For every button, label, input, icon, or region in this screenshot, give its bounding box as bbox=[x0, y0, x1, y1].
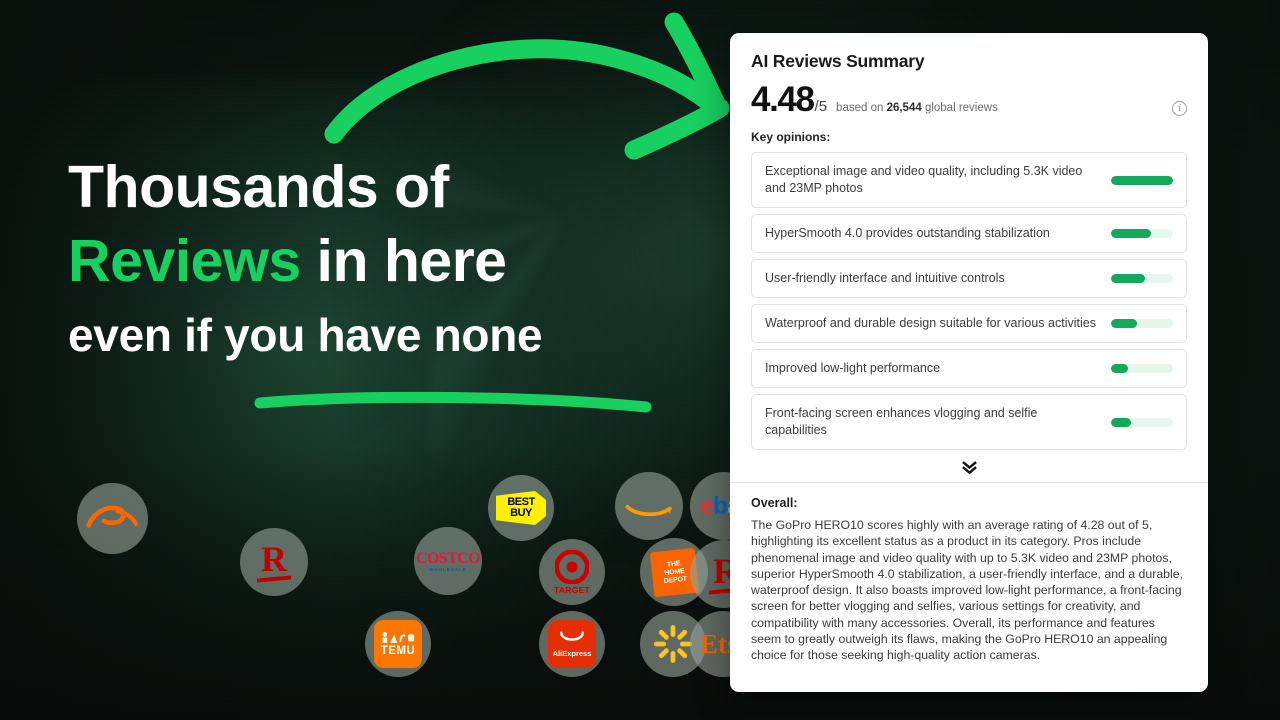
opinion-item[interactable]: HyperSmooth 4.0 provides outstanding sta… bbox=[751, 214, 1187, 253]
rating-meta-prefix: based on bbox=[836, 102, 887, 114]
opinion-score-bar-fill bbox=[1111, 229, 1151, 238]
rating-meta: based on 26,544 global reviews bbox=[836, 102, 998, 114]
logo-chip-rakuten: R bbox=[240, 528, 308, 596]
curved-arrow-right-icon bbox=[324, 12, 730, 160]
double-chevron-down-icon bbox=[961, 460, 977, 474]
opinion-item[interactable]: Waterproof and durable design suitable f… bbox=[751, 304, 1187, 343]
logo-chip-best-buy: BEST BUY bbox=[488, 475, 554, 541]
opinion-score-bar bbox=[1111, 417, 1173, 427]
aliexpress-label: AliExpress bbox=[552, 649, 592, 658]
logo-chip-costco: COSTCO WHOLESALE bbox=[414, 527, 482, 595]
opinion-text: User-friendly interface and intuitive co… bbox=[765, 271, 1005, 285]
temu-label: TEMU bbox=[380, 644, 416, 657]
logo-chip-aliexpress: AliExpress bbox=[539, 611, 605, 677]
aliexpress-smile-icon bbox=[560, 631, 584, 641]
aliexpress-icon: AliExpress bbox=[548, 620, 596, 668]
logo-chip-alibaba bbox=[77, 483, 148, 554]
opinion-text: Improved low-light performance bbox=[765, 361, 941, 375]
rating-review-count: 26,544 bbox=[886, 102, 922, 114]
target-label: TARGET bbox=[553, 584, 591, 595]
best-buy-label2: BUY bbox=[510, 507, 532, 519]
ai-reviews-summary-card: AI Reviews Summary 4.48 /5 based on 26,5… bbox=[730, 33, 1208, 692]
costco-sublabel: WHOLESALE bbox=[429, 566, 467, 572]
headline-line-1: Thousands of bbox=[68, 154, 449, 220]
logo-chip-temu: TEMU bbox=[365, 611, 431, 677]
info-circle-icon[interactable]: i bbox=[1172, 101, 1187, 116]
temu-icon: TEMU bbox=[374, 620, 422, 668]
walmart-spark-icon bbox=[654, 625, 692, 663]
headline-line-3: even if you have none bbox=[68, 309, 543, 361]
key-opinions-list: Exceptional image and video quality, inc… bbox=[751, 152, 1187, 450]
best-buy-tag-icon: BEST BUY bbox=[496, 491, 546, 525]
opinion-score-bar bbox=[1111, 229, 1173, 238]
logo-chip-target: TARGET bbox=[539, 539, 605, 605]
headline-line-2-rest: in here bbox=[300, 228, 507, 294]
overall-text: The GoPro HERO10 scores highly with an a… bbox=[751, 518, 1183, 663]
amazon-smile-icon bbox=[625, 504, 672, 517]
rating-row: 4.48 /5 based on 26,544 global reviews i bbox=[751, 82, 1187, 117]
opinion-text: Waterproof and durable design suitable f… bbox=[765, 316, 1096, 330]
opinion-item[interactable]: Front-facing screen enhances vlogging an… bbox=[751, 394, 1187, 450]
temu-glyph-icon bbox=[382, 631, 415, 643]
opinion-text: HyperSmooth 4.0 provides outstanding sta… bbox=[765, 226, 1050, 240]
opinion-item[interactable]: Improved low-light performance bbox=[751, 349, 1187, 388]
alibaba-icon bbox=[85, 505, 138, 528]
rating-out-of: /5 bbox=[814, 98, 828, 115]
opinion-item[interactable]: Exceptional image and video quality, inc… bbox=[751, 152, 1187, 208]
opinion-score-bar bbox=[1111, 319, 1173, 328]
opinion-text: Exceptional image and video quality, inc… bbox=[765, 164, 1083, 195]
expand-opinions-button[interactable] bbox=[751, 454, 1187, 480]
costco-label: COSTCO bbox=[416, 549, 481, 567]
logo-chip-amazon bbox=[615, 472, 683, 540]
opinion-score-bar bbox=[1111, 274, 1173, 283]
opinion-score-bar-fill bbox=[1111, 319, 1138, 328]
opinion-score-bar-fill bbox=[1111, 274, 1146, 283]
opinion-score-bar-fill bbox=[1111, 364, 1129, 373]
key-opinions-label: Key opinions: bbox=[751, 130, 831, 144]
opinion-text: Front-facing screen enhances vlogging an… bbox=[765, 406, 1038, 437]
opinion-score-bar-fill bbox=[1111, 417, 1131, 427]
opinion-score-bar bbox=[1111, 364, 1173, 373]
rakuten-label: R bbox=[261, 539, 287, 580]
opinion-item[interactable]: User-friendly interface and intuitive co… bbox=[751, 259, 1187, 298]
card-title: AI Reviews Summary bbox=[751, 51, 925, 71]
opinion-score-bar bbox=[1111, 175, 1173, 185]
rating-score: 4.48 bbox=[751, 80, 815, 119]
headline-accent-word: Reviews bbox=[68, 228, 301, 294]
promo-headline: Thousands of Reviews in here even if you… bbox=[68, 152, 708, 370]
card-divider bbox=[730, 482, 1208, 483]
rating-meta-suffix: global reviews bbox=[921, 102, 998, 114]
headline-line-2: Reviews in here bbox=[68, 222, 708, 300]
underline-stroke-icon bbox=[254, 391, 652, 413]
overall-label: Overall: bbox=[751, 496, 798, 510]
opinion-score-bar-fill bbox=[1111, 175, 1173, 185]
target-bullseye-icon bbox=[555, 549, 589, 584]
